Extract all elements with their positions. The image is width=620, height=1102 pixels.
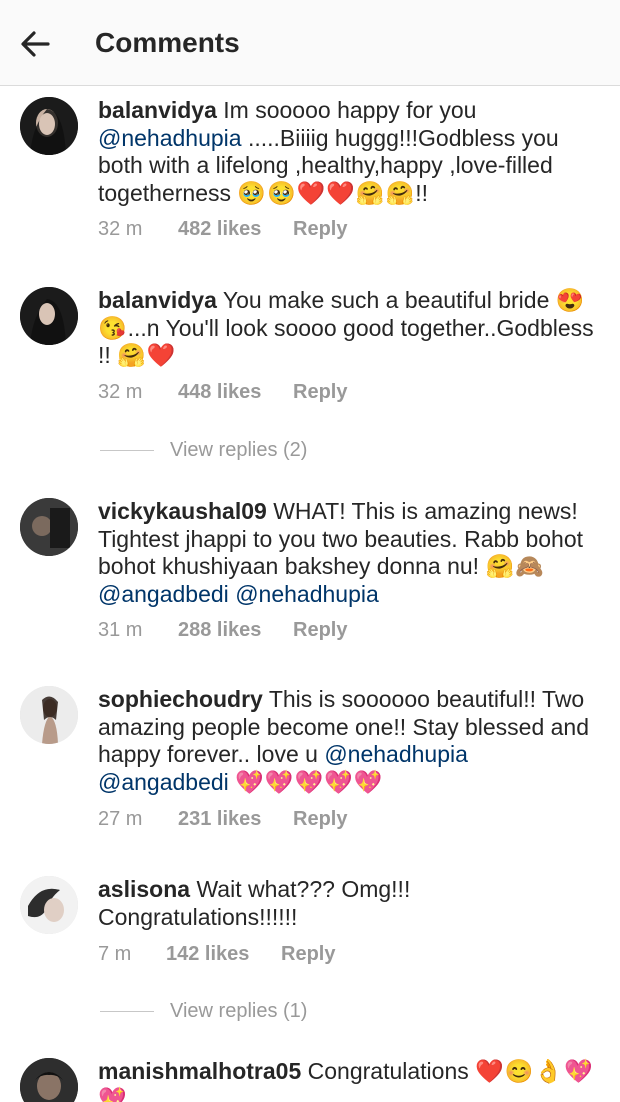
avatar[interactable] bbox=[20, 498, 78, 556]
likes-count[interactable]: 142 likes bbox=[166, 943, 281, 966]
comment-text: vickykaushal09 WHAT! This is amazing new… bbox=[98, 498, 603, 608]
emoji-text: 🥹🥹❤️❤️🤗🤗 bbox=[237, 179, 416, 206]
comment-meta: 32 m 482 likes Reply bbox=[98, 218, 347, 241]
reply-button[interactable]: Reply bbox=[293, 381, 347, 404]
view-replies-button[interactable]: View replies (1) bbox=[100, 999, 307, 1023]
view-replies-button[interactable]: View replies (2) bbox=[100, 438, 307, 462]
comment-meta: 32 m 448 likes Reply bbox=[98, 381, 347, 404]
comment-body: You make such a beautiful bride bbox=[222, 287, 556, 313]
emoji-text: 🤗❤️ bbox=[117, 342, 177, 368]
comment-text: manishmalhotra05 Congratulations ❤️😊👌💖💖 bbox=[98, 1058, 603, 1102]
likes-count[interactable]: 231 likes bbox=[178, 808, 293, 831]
comment-meta: 27 m 231 likes Reply bbox=[98, 808, 347, 831]
avatar[interactable] bbox=[20, 686, 78, 744]
comment-username[interactable]: sophiechoudry bbox=[98, 686, 263, 712]
reply-button[interactable]: Reply bbox=[281, 943, 335, 966]
comment-time: 27 m bbox=[98, 808, 143, 830]
comment-body: !! bbox=[415, 179, 428, 206]
comment-text: sophiechoudry This is soooooo beautiful!… bbox=[98, 686, 603, 796]
comment-body: Im sooooo happy for you bbox=[223, 97, 477, 123]
comment-text: balanvidya Im sooooo happy for you @neha… bbox=[98, 97, 603, 207]
comment-time: 7 m bbox=[98, 943, 132, 965]
mention-link[interactable]: @nehadhupia bbox=[98, 125, 242, 151]
comment-username[interactable]: aslisona bbox=[98, 876, 190, 902]
comment-username[interactable]: manishmalhotra05 bbox=[98, 1058, 301, 1084]
page-title: Comments bbox=[95, 27, 240, 58]
mention-link[interactable]: @angadbedi bbox=[98, 581, 229, 607]
comment-time: 32 m bbox=[98, 218, 143, 240]
reply-button[interactable]: Reply bbox=[293, 619, 347, 642]
comment-username[interactable]: balanvidya bbox=[98, 97, 217, 123]
emoji-text: 🤗🙈 bbox=[485, 553, 545, 579]
likes-count[interactable]: 288 likes bbox=[178, 619, 293, 642]
likes-count[interactable]: 448 likes bbox=[178, 381, 293, 404]
comment-time: 31 m bbox=[98, 619, 143, 641]
comment-username[interactable]: balanvidya bbox=[98, 287, 217, 313]
view-replies-label: View replies (1) bbox=[170, 999, 308, 1022]
divider-line bbox=[100, 1010, 154, 1012]
reply-button[interactable]: Reply bbox=[293, 218, 347, 241]
mention-link[interactable]: @angadbedi bbox=[98, 769, 229, 795]
comment-text: balanvidya You make such a beautiful bri… bbox=[98, 287, 603, 370]
likes-count[interactable]: 482 likes bbox=[178, 218, 293, 241]
header-bar: Comments bbox=[0, 0, 620, 86]
comment-meta: 31 m 288 likes Reply bbox=[98, 619, 347, 642]
comment-meta: 7 m 142 likes Reply bbox=[98, 943, 335, 966]
avatar[interactable] bbox=[20, 1058, 78, 1102]
comment-time: 32 m bbox=[98, 381, 143, 403]
comment-text: aslisona Wait what??? Omg!!! Congratulat… bbox=[98, 876, 603, 931]
reply-button[interactable]: Reply bbox=[293, 808, 347, 831]
view-replies-label: View replies (2) bbox=[170, 438, 308, 461]
back-arrow-icon[interactable] bbox=[16, 24, 56, 64]
comment-body: Congratulations bbox=[307, 1058, 476, 1084]
avatar[interactable] bbox=[20, 876, 78, 934]
comment-username[interactable]: vickykaushal09 bbox=[98, 498, 267, 524]
divider-line bbox=[100, 449, 154, 451]
emoji-text: 💖💖💖💖💖 bbox=[235, 768, 384, 795]
avatar[interactable] bbox=[20, 287, 78, 345]
mention-link[interactable]: @nehadhupia bbox=[235, 581, 379, 607]
mention-link[interactable]: @nehadhupia bbox=[324, 741, 468, 767]
avatar[interactable] bbox=[20, 97, 78, 155]
